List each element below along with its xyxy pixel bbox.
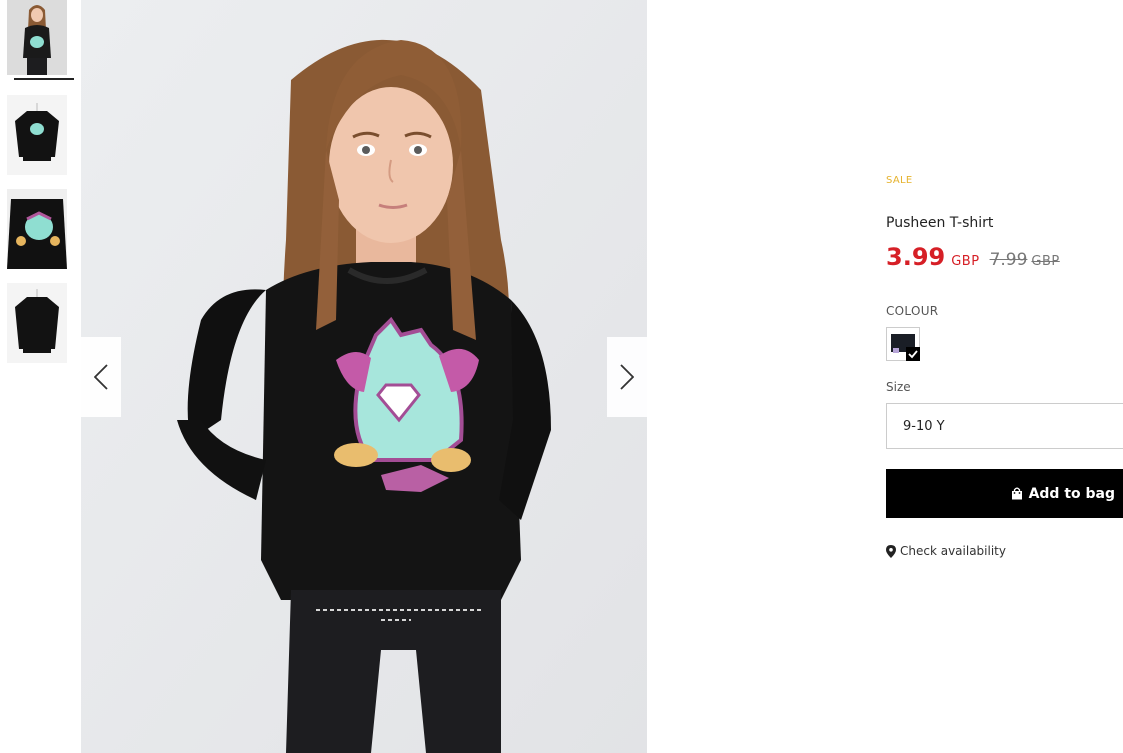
- chevron-left-icon: [94, 364, 108, 390]
- shopping-bag-icon: [1011, 487, 1023, 500]
- thumbnail-product-front[interactable]: [7, 95, 67, 175]
- active-thumbnail-indicator: [14, 78, 74, 80]
- size-label: Size: [886, 380, 911, 394]
- previous-image-button[interactable]: [81, 337, 121, 417]
- size-select[interactable]: 9-10 Y: [886, 403, 1123, 449]
- model-photo: [81, 0, 647, 753]
- current-price-currency: GBP: [951, 254, 980, 269]
- colour-swatch-black[interactable]: [886, 327, 920, 361]
- size-select-value: 9-10 Y: [903, 418, 945, 434]
- thumbnail-product-front-image: [7, 95, 67, 175]
- current-price: 3.99: [886, 243, 946, 271]
- add-to-bag-button[interactable]: Add to bag: [886, 469, 1123, 518]
- thumbnail-product-back-image: [7, 283, 67, 363]
- original-price-currency: GBP: [1031, 254, 1060, 269]
- checkmark-icon: [906, 347, 920, 361]
- thumbnail-print-detail-image: [7, 189, 67, 269]
- thumbnail-model-image: [7, 0, 67, 75]
- colour-label: COLOUR: [886, 304, 939, 318]
- original-price: 7.99: [989, 250, 1028, 270]
- thumbnail-model-front[interactable]: [7, 0, 67, 75]
- product-title: Pusheen T-shirt: [886, 215, 994, 231]
- add-to-bag-label: Add to bag: [1028, 485, 1115, 502]
- product-details-panel: SALE Pusheen T-shirt 3.99 GBP 7.99 GBP C…: [886, 0, 1123, 753]
- chevron-right-icon: [620, 364, 634, 390]
- sale-badge: SALE: [886, 175, 913, 186]
- thumbnail-print-detail[interactable]: [7, 189, 67, 269]
- thumbnail-product-back[interactable]: [7, 283, 67, 363]
- check-availability-link[interactable]: Check availability: [886, 544, 1006, 558]
- price-row: 3.99 GBP 7.99 GBP: [886, 243, 1060, 271]
- main-product-image: [81, 0, 647, 753]
- next-image-button[interactable]: [607, 337, 647, 417]
- location-pin-icon: [886, 544, 896, 558]
- check-availability-label: Check availability: [900, 544, 1006, 558]
